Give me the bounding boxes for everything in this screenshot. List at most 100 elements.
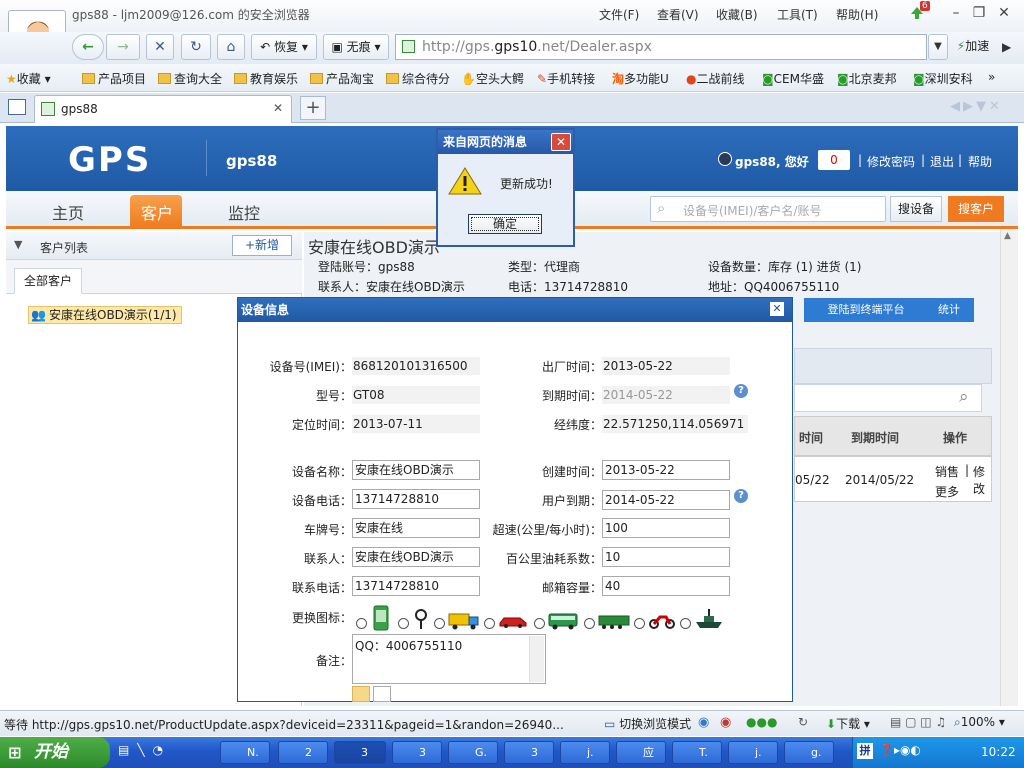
device-name-input[interactable]: 安康在线OBD演示: [352, 460, 480, 480]
taskbar-item-cmd[interactable]: N.: [220, 741, 270, 764]
tree-node-customer[interactable]: 👥 安康在线OBD演示(1/1): [28, 306, 182, 324]
bookmark-item[interactable]: 综合待分: [386, 70, 450, 87]
menu-file[interactable]: 文件(F): [599, 6, 639, 23]
menu-help[interactable]: 帮助(H): [836, 6, 878, 23]
mailbox-input[interactable]: 40: [602, 576, 730, 596]
browser-tab[interactable]: gps88 ✕: [34, 95, 292, 123]
address-dropdown-icon[interactable]: ▼: [928, 34, 948, 60]
edit-link[interactable]: 修改: [973, 463, 991, 497]
home-button[interactable]: ⌂: [217, 34, 245, 60]
swatch-icon[interactable]: [373, 686, 391, 702]
tools-icon[interactable]: ▤ ▢ ◫ ♫: [890, 715, 946, 729]
close-window-button[interactable]: ✕: [993, 4, 1015, 22]
icon-radio[interactable]: [356, 618, 367, 629]
alert-ok-button[interactable]: 确定: [468, 214, 542, 234]
stats-button[interactable]: 统计: [924, 298, 974, 322]
menu-favorites[interactable]: 收藏(B): [716, 6, 758, 23]
taskbar-item-browser[interactable]: 3: [334, 741, 386, 764]
bookmark-item[interactable]: 产品项目: [82, 70, 146, 87]
collapse-arrow-icon[interactable]: ▼: [14, 238, 22, 251]
taskbar-item-app[interactable]: 应: [616, 741, 666, 764]
icon-radio[interactable]: [484, 618, 495, 629]
start-button[interactable]: ⊞ 开始: [0, 737, 110, 768]
menu-view[interactable]: 查看(V): [657, 6, 699, 23]
ie-icon[interactable]: ◉: [698, 715, 709, 730]
toggle-icon[interactable]: ●●●: [746, 715, 777, 729]
tab-monitor[interactable]: 监控: [228, 200, 260, 224]
bookmark-item[interactable]: 教育娱乐: [234, 70, 298, 87]
bookmark-item[interactable]: ◙深圳安科: [913, 70, 973, 87]
bookmark-item[interactable]: ◙北京麦邦: [837, 70, 897, 87]
sell-link[interactable]: 销售: [935, 463, 959, 480]
dialog-close-button[interactable]: ✕: [770, 302, 784, 316]
taskbar-item-g[interactable]: g.: [784, 741, 834, 764]
page-scrollbar[interactable]: ▲ ▼: [1000, 229, 1018, 706]
tab-all-customers[interactable]: 全部客户: [14, 268, 82, 294]
add-customer-button[interactable]: +新增: [232, 235, 292, 256]
device-phone-input[interactable]: 13714728810: [352, 489, 480, 509]
tray-icons[interactable]: ❓▸◉◐: [879, 743, 921, 757]
speed-input[interactable]: 100: [602, 518, 730, 538]
more-bookmarks-icon[interactable]: »: [988, 70, 995, 84]
browse-mode-button[interactable]: ▭ 切换浏览模式: [604, 715, 691, 732]
remark-textarea[interactable]: QQ：4006755110: [352, 634, 546, 684]
plate-input[interactable]: 安康在线: [352, 518, 480, 538]
fuel-input[interactable]: 10: [602, 547, 730, 567]
alert-close-button[interactable]: ✕: [551, 133, 571, 151]
logout-link[interactable]: 退出: [930, 153, 954, 170]
help-link[interactable]: 帮助: [968, 153, 992, 170]
favorites-menu[interactable]: ★收藏 ▾: [6, 70, 51, 87]
icon-radio[interactable]: [680, 618, 691, 629]
minimize-button[interactable]: –: [945, 4, 967, 22]
accelerate-button[interactable]: ⚡加速: [950, 34, 996, 60]
maximize-button[interactable]: ❐: [968, 4, 990, 22]
zoom-control[interactable]: ⌕100% ▾: [954, 715, 1005, 730]
swatch-icon[interactable]: [352, 686, 370, 702]
login-terminal-button[interactable]: 登陆到终端平台: [804, 298, 928, 322]
stop-button[interactable]: ✕: [146, 34, 174, 60]
icon-radio[interactable]: [434, 618, 445, 629]
download-button[interactable]: ⬇下载 ▾: [826, 715, 870, 732]
update-icon[interactable]: 6: [910, 1, 930, 20]
user-expire-input[interactable]: 2014-05-22: [602, 490, 730, 510]
icon-radio[interactable]: [584, 618, 595, 629]
refresh-button[interactable]: ↻: [181, 34, 211, 60]
help-icon[interactable]: ?: [734, 489, 748, 503]
bookmark-item[interactable]: ●二战前线: [686, 70, 745, 87]
sidebar-toggle-icon[interactable]: [8, 99, 26, 115]
new-tab-button[interactable]: +: [300, 96, 326, 120]
taskbar-item-folder[interactable]: 3: [392, 741, 442, 764]
icon-radio[interactable]: [398, 618, 409, 629]
refresh-icon[interactable]: ↻: [798, 715, 808, 729]
restore-button[interactable]: ↶ 恢复 ▾: [251, 34, 317, 60]
search-customer-button[interactable]: 搜客户: [948, 196, 1004, 222]
change-password-link[interactable]: 修改密码: [867, 153, 915, 170]
more-link[interactable]: 更多: [935, 483, 959, 500]
bookmark-item[interactable]: 查询大全: [158, 70, 222, 87]
address-url[interactable]: http://gps.gps10.net/Dealer.aspx: [422, 39, 652, 55]
message-count[interactable]: 0: [818, 150, 850, 170]
forward-button[interactable]: →: [106, 34, 140, 60]
bookmark-item[interactable]: ◙CEM华盛: [762, 70, 824, 87]
tab-home[interactable]: 主页: [52, 200, 84, 224]
quick-launch-icons[interactable]: ▤╲◔: [118, 743, 171, 757]
tab-customer[interactable]: 客户: [141, 200, 173, 224]
no-trace-button[interactable]: ▣ 无痕 ▾: [323, 34, 389, 60]
bookmark-item[interactable]: ✋空头大鳄: [461, 70, 524, 87]
search-device-button[interactable]: 搜设备: [890, 196, 942, 222]
shield-icon[interactable]: ◉: [720, 715, 731, 730]
tab-scroll-icon[interactable]: ◀▶▼✕: [950, 99, 1003, 114]
table-search-input[interactable]: ⌕: [794, 384, 982, 412]
contact-phone-input[interactable]: 13714728810: [352, 576, 480, 596]
taskbar-item-j[interactable]: j.: [560, 741, 610, 764]
icon-radio[interactable]: [534, 618, 545, 629]
taskbar-item-app[interactable]: G.: [448, 741, 498, 764]
created-input[interactable]: 2013-05-22: [602, 460, 730, 480]
taskbar-item-t[interactable]: T.: [672, 741, 722, 764]
scroll-up-icon[interactable]: ▲: [1004, 231, 1011, 241]
bookmark-item[interactable]: 淘多功能U: [612, 70, 669, 87]
contact-input[interactable]: 安康在线OBD演示: [352, 547, 480, 567]
help-icon[interactable]: ?: [734, 384, 748, 398]
address-bar[interactable]: http://gps.gps10.net/Dealer.aspx: [395, 34, 927, 60]
bookmark-item[interactable]: ✎手机转接: [537, 70, 595, 87]
